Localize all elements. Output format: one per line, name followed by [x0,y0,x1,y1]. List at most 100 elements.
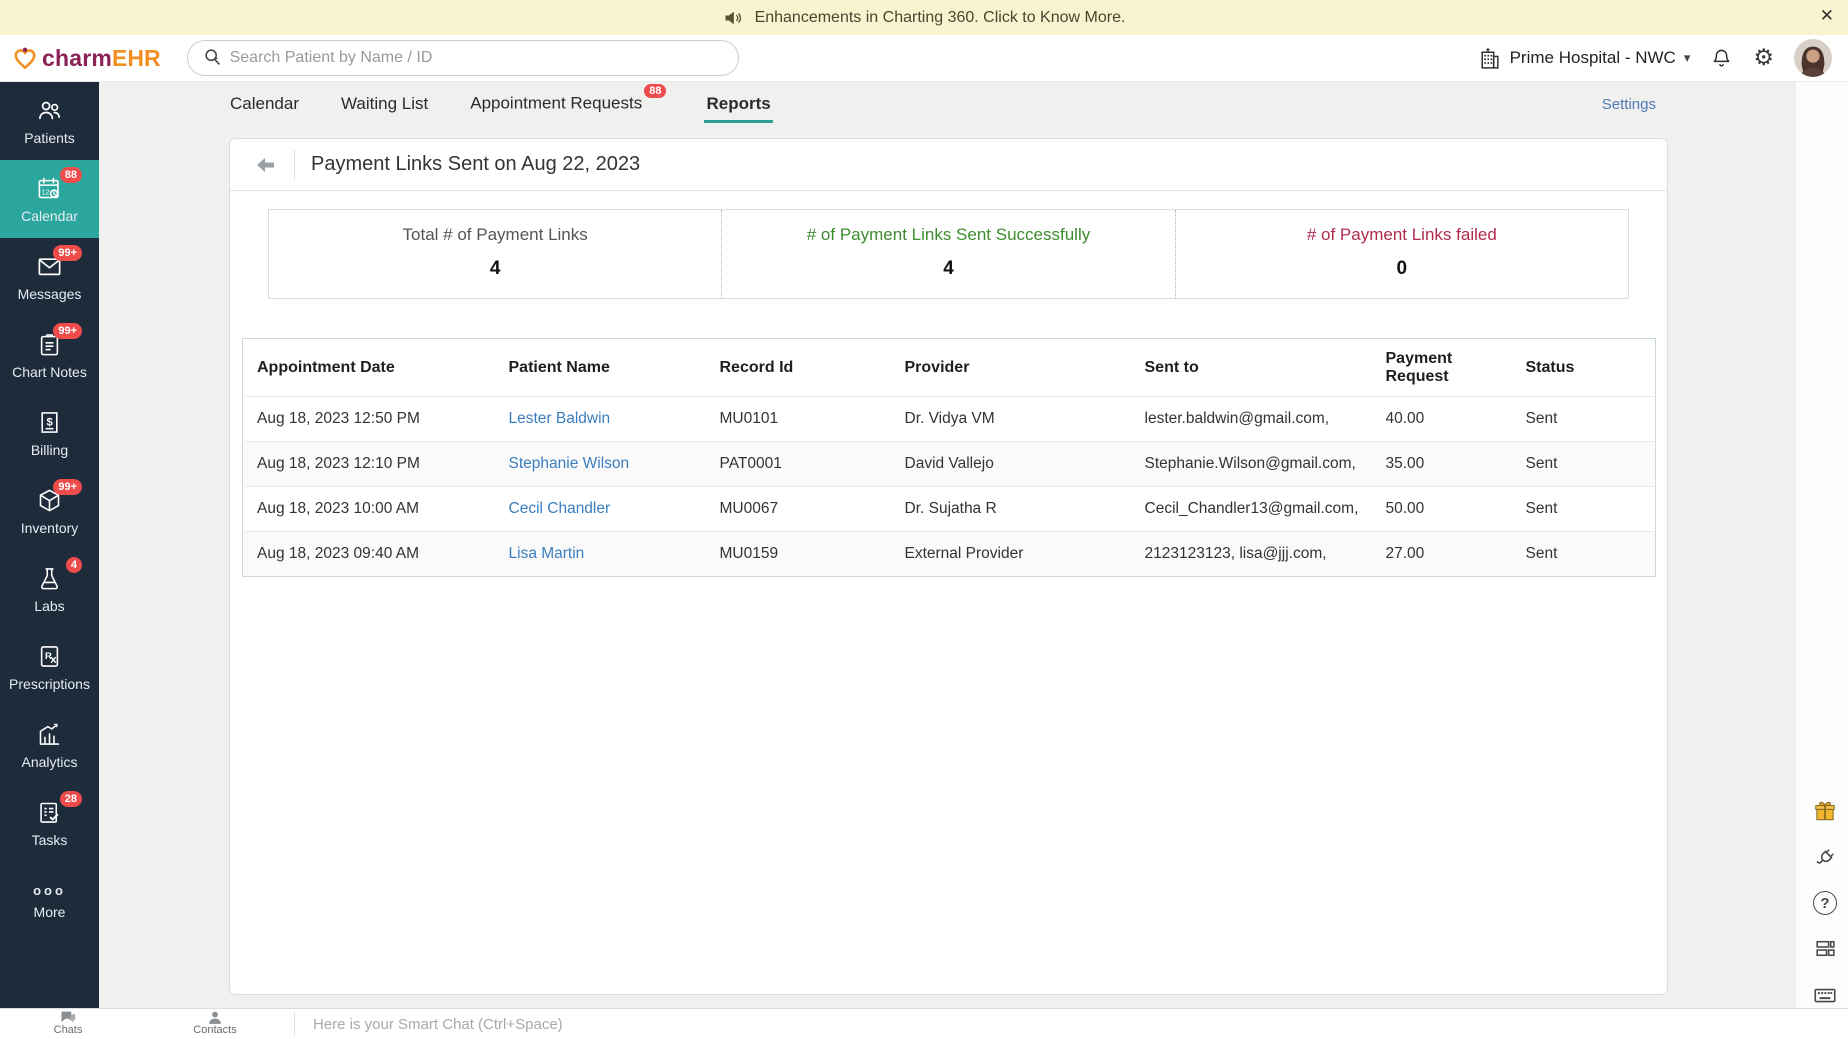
labs-flask-icon: 4 [36,565,63,592]
billing-icon: $ [36,409,63,436]
col-appointment-date: Appointment Date [243,339,495,397]
summary-failed-label: # of Payment Links failed [1176,225,1628,245]
table-row: Aug 18, 2023 12:10 PM Stephanie Wilson P… [243,442,1656,487]
chevron-down-icon: ▾ [1684,50,1691,66]
sidebar-item-chart-notes[interactable]: 99+ Chart Notes [0,316,99,394]
col-sent-to: Sent to [1131,339,1372,397]
inventory-badge: 99+ [53,479,82,495]
banner-close-icon[interactable]: ✕ [1820,6,1834,26]
patient-link[interactable]: Lisa Martin [509,545,585,562]
cell-record: MU0101 [706,397,891,442]
banner-message[interactable]: Enhancements in Charting 360. Click to K… [755,9,1126,27]
sidebar-item-more[interactable]: ooo More [0,870,99,932]
tab-reports[interactable]: Reports [704,86,772,123]
gift-icon[interactable] [1812,798,1838,824]
cell-record: PAT0001 [706,442,891,487]
app-header: charmEHR Prime Hospital - NWC ▾ ⚙ [0,35,1848,82]
sidebar-item-label: Patients [24,130,75,146]
tab-calendar[interactable]: Calendar [228,86,301,123]
table-header-row: Appointment Date Patient Name Record Id … [243,339,1656,397]
summary-success-label: # of Payment Links Sent Successfully [722,225,1174,245]
cell-amount: 40.00 [1372,397,1512,442]
help-icon[interactable]: ? [1813,891,1837,915]
summary-total-label: Total # of Payment Links [269,225,721,245]
sidebar-item-label: Billing [31,442,68,458]
cell-amount: 35.00 [1372,442,1512,487]
sidebar-item-analytics[interactable]: Analytics [0,706,99,784]
table-row: Aug 18, 2023 10:00 AM Cecil Chandler MU0… [243,487,1656,532]
col-provider: Provider [891,339,1131,397]
cell-status: Sent [1512,532,1656,577]
user-avatar[interactable] [1794,39,1832,77]
patient-search[interactable] [187,40,739,76]
tab-bar: Calendar Waiting List Appointment Reques… [99,82,1848,123]
summary-success-value: 4 [722,258,1174,280]
col-record-id: Record Id [706,339,891,397]
patient-link[interactable]: Cecil Chandler [509,500,611,517]
cell-record: MU0067 [706,487,891,532]
announcement-banner[interactable]: Enhancements in Charting 360. Click to K… [0,0,1848,35]
tab-waiting-list[interactable]: Waiting List [339,86,430,123]
logo-text-charm: charm [42,45,112,71]
chats-button[interactable]: Chats [0,1009,136,1039]
sidebar-item-patients[interactable]: Patients [0,82,99,160]
logo-text-ehr: EHR [112,45,161,71]
plug-icon[interactable] [1813,845,1838,870]
facility-selector[interactable]: Prime Hospital - NWC ▾ [1477,46,1691,71]
cell-provider: Dr. Vidya VM [891,397,1131,442]
cell-date: Aug 18, 2023 09:40 AM [243,532,495,577]
patient-link[interactable]: Stephanie Wilson [509,455,630,472]
cell-date: Aug 18, 2023 10:00 AM [243,487,495,532]
sidebar-item-inventory[interactable]: 99+ Inventory [0,472,99,550]
sidebar-item-labs[interactable]: 4 Labs [0,550,99,628]
main-content: Calendar Waiting List Appointment Reques… [99,82,1848,1008]
notifications-bell-icon[interactable] [1710,47,1733,70]
bottom-bar: Chats Contacts [0,1008,1848,1039]
contact-person-icon [208,1011,222,1024]
tab-appointment-requests[interactable]: Appointment Requests88 [468,85,666,123]
charmehr-logo: charmEHR [12,45,161,72]
sidebar-item-billing[interactable]: $ Billing [0,394,99,472]
svg-text:$: $ [46,416,53,428]
sidebar-item-label: Tasks [32,832,68,848]
sidebar-item-label: Labs [34,598,64,614]
sidebar-item-label: Chart Notes [12,364,87,380]
summary-failed-value: 0 [1176,258,1628,280]
layout-icon[interactable] [1813,936,1838,961]
settings-gear-icon[interactable]: ⚙ [1753,47,1774,70]
table-row: Aug 18, 2023 09:40 AM Lisa Martin MU0159… [243,532,1656,577]
inventory-icon: 99+ [36,487,63,514]
svg-text:12: 12 [42,187,50,196]
patient-link[interactable]: Lester Baldwin [509,410,611,427]
sidebar-item-calendar[interactable]: 12 88 Calendar [0,160,99,238]
report-header: Payment Links Sent on Aug 22, 2023 [230,139,1667,191]
sidebar-item-messages[interactable]: 99+ Messages [0,238,99,316]
cell-status: Sent [1512,442,1656,487]
tasks-badge: 28 [60,791,82,807]
utility-rail: ? [1812,798,1838,1008]
search-input[interactable] [230,49,724,67]
cell-provider: David Vallejo [891,442,1131,487]
search-icon[interactable] [202,47,224,69]
sidebar-item-tasks[interactable]: 28 Tasks [0,784,99,862]
messages-badge: 99+ [53,245,82,261]
messages-icon: 99+ [36,253,63,280]
summary-success: # of Payment Links Sent Successfully 4 [721,210,1174,298]
contacts-button[interactable]: Contacts [136,1009,294,1039]
cell-sent-to: Stephanie.Wilson@gmail.com, [1131,442,1372,487]
cell-date: Aug 18, 2023 12:10 PM [243,442,495,487]
chart-notes-icon: 99+ [36,331,63,358]
svg-text:R: R [45,650,52,661]
summary-total: Total # of Payment Links 4 [269,210,721,298]
col-payment-request: Payment Request [1372,339,1512,397]
cell-provider: External Provider [891,532,1131,577]
smart-chat-input[interactable] [295,1009,1848,1039]
more-dots-icon: ooo [33,883,66,898]
back-arrow-icon[interactable] [254,153,278,177]
keyboard-icon[interactable] [1812,982,1838,1008]
sidebar-item-prescriptions[interactable]: R Prescriptions [0,628,99,706]
settings-link[interactable]: Settings [1602,96,1656,113]
sidebar-item-label: Calendar [21,208,78,224]
cell-date: Aug 18, 2023 12:50 PM [243,397,495,442]
cell-amount: 50.00 [1372,487,1512,532]
